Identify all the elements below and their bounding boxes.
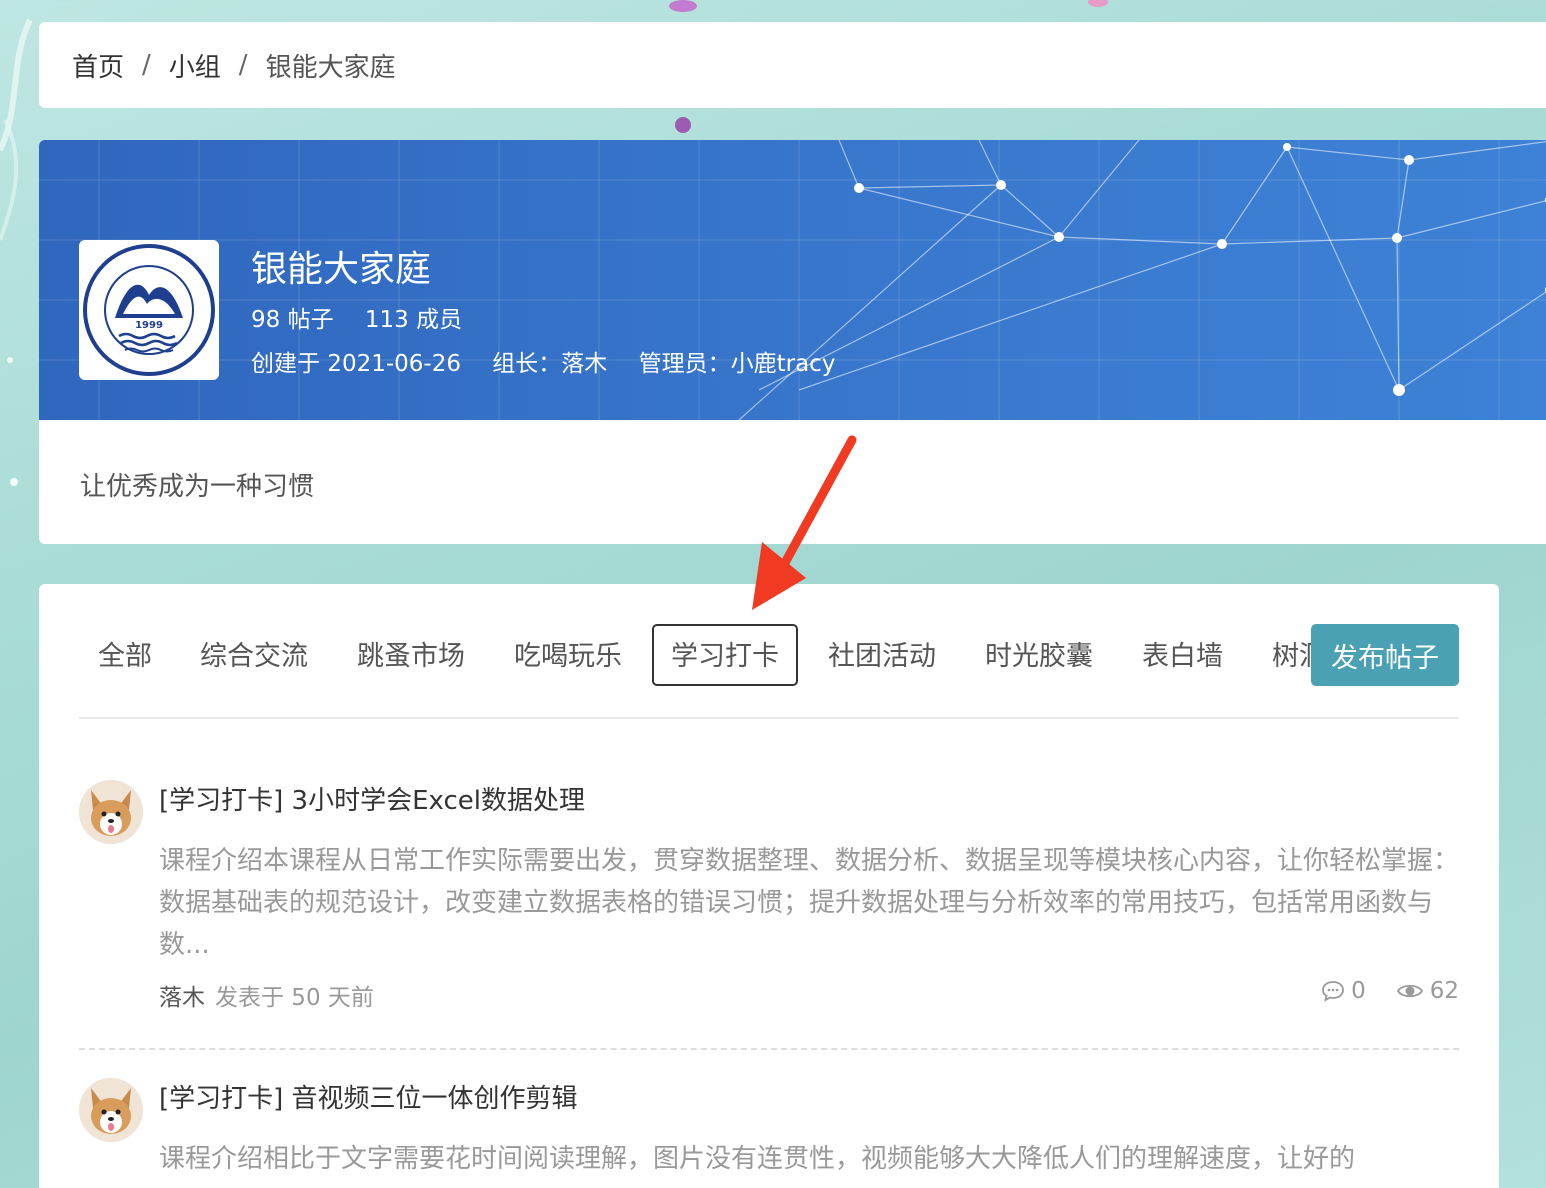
group-members-count: 113 成员 — [364, 307, 463, 333]
post-views: 62 — [1396, 978, 1459, 1004]
tab-study-checkin[interactable]: 学习打卡 — [652, 624, 798, 686]
post-stats: 0 62 — [1291, 978, 1459, 1004]
post-author[interactable]: 落木 — [159, 985, 205, 1011]
group-motto: 让优秀成为一种习惯 — [80, 472, 315, 502]
tab-club-activities[interactable]: 社团活动 — [809, 624, 955, 686]
group-admin[interactable]: 管理员：小鹿tracy — [639, 351, 836, 377]
post-title[interactable]: [学习打卡] 3小时学会Excel数据处理 — [159, 780, 585, 817]
post-title[interactable]: [学习打卡] 音视频三位一体创作剪辑 — [159, 1078, 578, 1115]
post-item[interactable]: [学习打卡] 音视频三位一体创作剪辑 课程介绍相比于文字需要花时间阅读理解，图片… — [79, 1078, 1459, 1188]
post-divider — [79, 1048, 1459, 1050]
group-name: 银能大家庭 — [251, 249, 432, 290]
comment-icon — [1322, 981, 1344, 1002]
tab-general[interactable]: 综合交流 — [181, 624, 327, 686]
post-excerpt: 课程介绍本课程从日常工作实际需要出发，贯穿数据整理、数据分析、数据呈现等模块核心… — [159, 846, 1460, 960]
avatar[interactable] — [79, 780, 143, 844]
posts-panel: 全部 综合交流 跳蚤市场 吃喝玩乐 学习打卡 社团活动 时光胶囊 表白墙 树洞 … — [39, 584, 1499, 1188]
group-created-date: 创建于 2021-06-26 — [251, 351, 461, 377]
tab-all[interactable]: 全部 — [79, 624, 171, 686]
avatar[interactable] — [79, 1078, 143, 1142]
group-logo: 1999 — [79, 240, 219, 380]
university-seal-icon: 1999 — [83, 244, 215, 376]
corgi-avatar-icon — [79, 780, 143, 844]
breadcrumb: 首页 / 小组 / 银能大家庭 — [39, 22, 1546, 108]
tab-food-fun[interactable]: 吃喝玩乐 — [495, 624, 641, 686]
breadcrumb-home[interactable]: 首页 — [72, 47, 124, 84]
group-meta: 创建于 2021-06-26 组长：落木 管理员：小鹿tracy — [251, 344, 835, 378]
publish-post-button[interactable]: 发布帖子 — [1311, 624, 1459, 686]
comment-count: 0 — [1351, 978, 1366, 1004]
view-count: 62 — [1429, 978, 1459, 1004]
post-item[interactable]: [学习打卡] 3小时学会Excel数据处理 课程介绍本课程从日常工作实际需要出发… — [79, 780, 1459, 1020]
corgi-avatar-icon — [79, 1078, 143, 1142]
group-stats: 98 帖子 113 成员 — [251, 300, 462, 334]
post-comments: 0 — [1321, 978, 1366, 1004]
tabs-divider — [79, 717, 1459, 719]
breadcrumb-separator: / — [238, 50, 248, 80]
group-leader[interactable]: 组长：落木 — [492, 351, 607, 377]
seal-year: 1999 — [135, 320, 163, 331]
tab-flea-market[interactable]: 跳蚤市场 — [338, 624, 484, 686]
post-meta: 落木 发表于 50 天前 — [159, 978, 374, 1012]
tab-confession-wall[interactable]: 表白墙 — [1123, 624, 1242, 686]
category-tabs: 全部 综合交流 跳蚤市场 吃喝玩乐 学习打卡 社团活动 时光胶囊 表白墙 树洞 — [79, 624, 1459, 686]
eye-icon — [1396, 984, 1423, 998]
tab-time-capsule[interactable]: 时光胶囊 — [966, 624, 1112, 686]
group-header: 1999 银能大家庭 98 帖子 113 成员 创建于 2021-06-26 组… — [39, 140, 1546, 544]
breadcrumb-separator: / — [142, 50, 151, 80]
breadcrumb-current: 银能大家庭 — [265, 52, 396, 83]
group-posts-count: 98 帖子 — [251, 307, 334, 333]
post-time: 发表于 50 天前 — [215, 985, 374, 1011]
post-excerpt: 课程介绍相比于文字需要花时间阅读理解，图片没有连贯性，视频能够大大降低人们的理解… — [159, 1144, 1356, 1174]
breadcrumb-groups[interactable]: 小组 — [169, 47, 221, 84]
